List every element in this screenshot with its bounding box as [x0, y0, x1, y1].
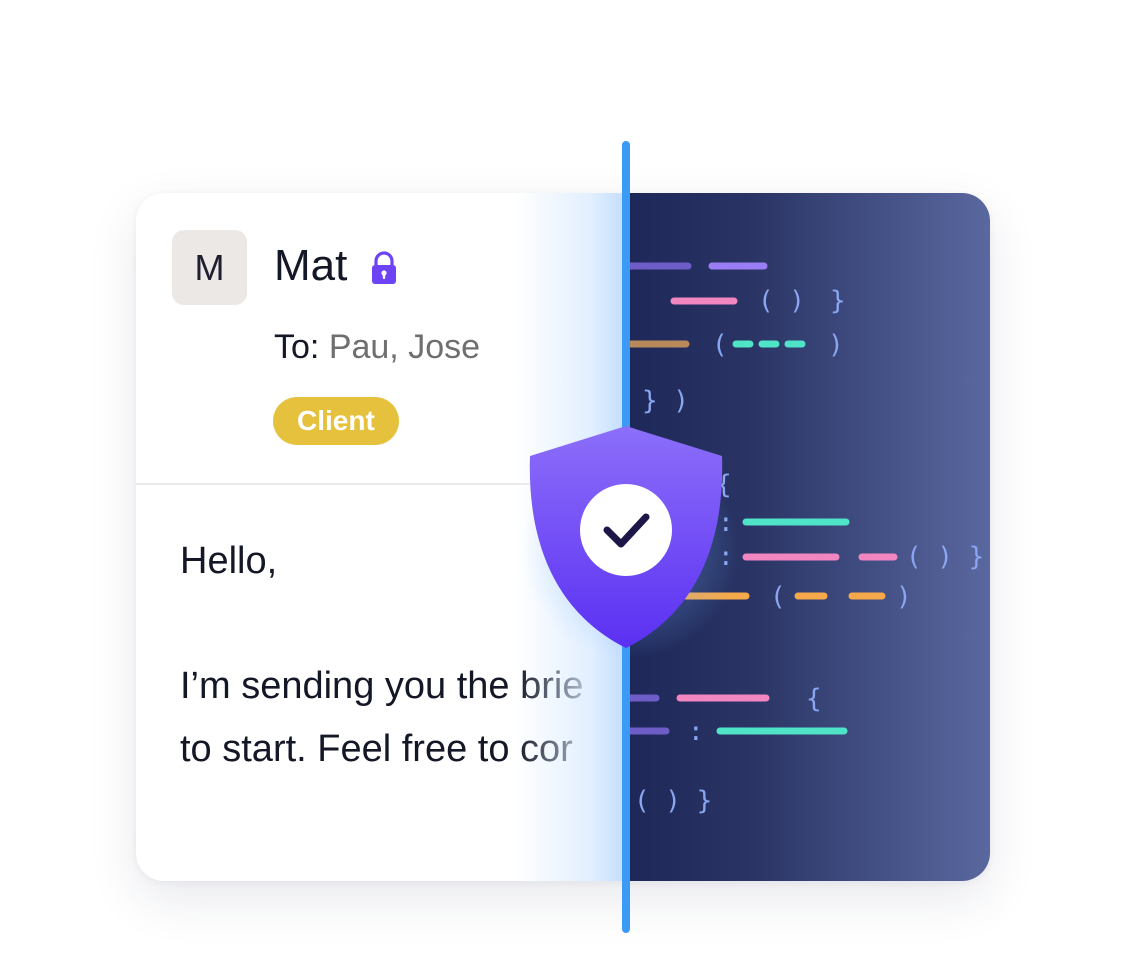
shield-check-icon [529, 426, 723, 648]
svg-text:( ) }: ( ) } [906, 542, 984, 572]
svg-text:): ) [828, 330, 844, 360]
svg-text:): ) [896, 582, 912, 612]
svg-text::: : [688, 717, 704, 747]
svg-text:(: ( [770, 582, 786, 612]
svg-text:} ): } ) [642, 386, 689, 416]
sender-name: Mat [274, 241, 348, 290]
recipients-row: To: Pau, Jose [274, 328, 480, 367]
svg-text:{: { [806, 684, 822, 714]
avatar: M [172, 230, 247, 305]
svg-text:}: } [830, 286, 846, 316]
svg-text:( ) }: ( ) } [634, 786, 712, 816]
to-label: To: [274, 328, 320, 366]
svg-text:( ): ( ) [758, 286, 805, 316]
client-tag[interactable]: Client [273, 397, 399, 445]
recipients: Pau, Jose [328, 328, 481, 366]
email-greeting: Hello, [180, 540, 278, 582]
lock-icon [372, 251, 396, 284]
svg-text:(: ( [712, 330, 728, 360]
email-body-line-2: to start. Feel free to cor [180, 728, 573, 770]
